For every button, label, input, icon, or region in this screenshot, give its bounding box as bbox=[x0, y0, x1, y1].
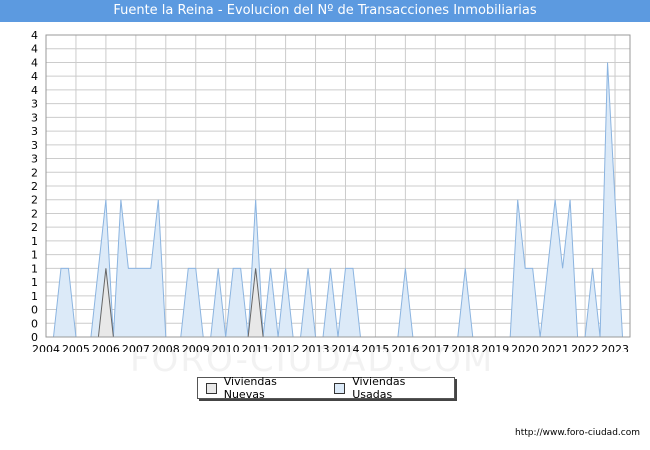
legend-item-nuevas: Viviendas Nuevas bbox=[206, 375, 318, 401]
x-tick-label: 2015 bbox=[361, 343, 389, 352]
x-tick-label: 2005 bbox=[62, 343, 90, 352]
x-tick-label: 2006 bbox=[92, 343, 120, 352]
chart-canvas: 00011111222223333344444 2004 2005 2006 2007… bbox=[31, 29, 631, 352]
y-tick-label: 3 bbox=[31, 153, 38, 166]
x-tick-label: 2004 bbox=[32, 343, 60, 352]
y-tick-label: 1 bbox=[31, 290, 38, 303]
y-tick-label: 3 bbox=[31, 111, 38, 124]
y-tick-label: 4 bbox=[31, 56, 38, 69]
y-tick-label: 2 bbox=[31, 180, 38, 193]
x-tick-label: 2010 bbox=[212, 343, 240, 352]
y-tick-label: 4 bbox=[31, 43, 38, 56]
y-tick-label: 1 bbox=[31, 235, 38, 248]
legend-swatch-nuevas bbox=[206, 382, 217, 394]
x-tick-label: 2016 bbox=[391, 343, 419, 352]
y-axis-labels: 00011111222223333344444 bbox=[31, 29, 38, 344]
y-tick-label: 3 bbox=[31, 98, 38, 111]
x-axis-labels: 2004 2005 2006 2007 2008 2009 2010 2011 2012 2013… bbox=[32, 343, 629, 352]
y-tick-label: 4 bbox=[31, 84, 38, 97]
x-tick-label: 2021 bbox=[541, 343, 569, 352]
y-tick-label: 2 bbox=[31, 221, 38, 234]
legend: Viviendas Nuevas Viviendas Usadas bbox=[197, 375, 455, 401]
x-tick-label: 2018 bbox=[451, 343, 479, 352]
y-tick-label: 3 bbox=[31, 125, 38, 138]
x-tick-label: 2017 bbox=[421, 343, 449, 352]
x-tick-label: 2008 bbox=[152, 343, 180, 352]
y-tick-label: 0 bbox=[31, 317, 38, 330]
x-tick-label: 2011 bbox=[242, 343, 270, 352]
legend-item-usadas: Viviendas Usadas bbox=[334, 375, 446, 401]
y-tick-label: 4 bbox=[31, 70, 38, 83]
y-tick-label: 1 bbox=[31, 276, 38, 289]
y-tick-label: 4 bbox=[31, 29, 38, 42]
legend-label-nuevas: Viviendas Nuevas bbox=[223, 375, 277, 401]
chart-title: Fuente la Reina - Evolucion del Nº de Tr… bbox=[0, 0, 650, 22]
y-tick-label: 1 bbox=[31, 249, 38, 262]
footer-url: http://www.foro-ciudad.com bbox=[515, 428, 640, 438]
y-tick-label: 3 bbox=[31, 139, 38, 152]
x-tick-label: 2013 bbox=[302, 343, 330, 352]
x-tick-label: 2014 bbox=[331, 343, 359, 352]
x-tick-label: 2009 bbox=[182, 343, 210, 352]
x-tick-label: 2012 bbox=[272, 343, 300, 352]
y-tick-label: 2 bbox=[31, 166, 38, 179]
x-tick-label: 2019 bbox=[481, 343, 509, 352]
x-tick-label: 2007 bbox=[122, 343, 150, 352]
y-tick-label: 2 bbox=[31, 207, 38, 220]
x-tick-label: 2022 bbox=[571, 343, 599, 352]
legend-label-usadas: Viviendas Usadas bbox=[352, 375, 406, 401]
x-tick-label: 2023 bbox=[601, 343, 629, 352]
legend-swatch-usadas bbox=[334, 382, 346, 394]
x-tick-label: 2020 bbox=[511, 343, 539, 352]
y-tick-label: 1 bbox=[31, 262, 38, 275]
y-tick-label: 2 bbox=[31, 194, 38, 207]
y-tick-label: 0 bbox=[31, 304, 38, 317]
